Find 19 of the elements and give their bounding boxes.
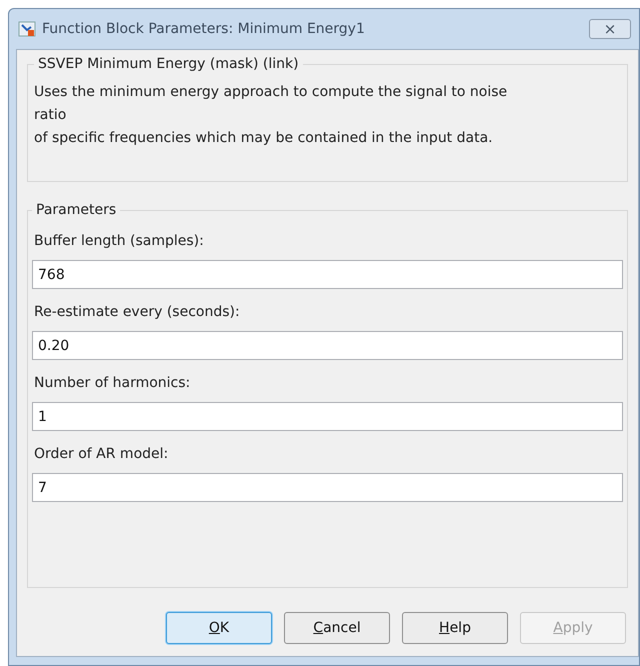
description-text: Uses the minimum energy approach to compute the signal to noise [34,83,508,102]
dialog-button[interactable]: OK [166,612,272,644]
input-field[interactable]: 768 [32,260,623,289]
input-field[interactable]: 0.20 [32,331,623,360]
app-icon [18,21,36,37]
close-button[interactable]: × [589,19,631,39]
group-title: Parameters [35,201,118,220]
description-text: of specific frequencies which may be contained in the input data. [34,129,494,148]
field-label: Buffer length (samples): [34,232,205,251]
group-title: SSVEP Minimum Energy (mask) (link) [37,55,300,74]
window-title: Function Block Parameters: Minimum Energy1 [42,20,365,38]
field-label: Re-estimate every (seconds): [34,303,241,322]
field-label: Number of harmonics: [34,374,192,393]
input-field[interactable]: 7 [32,473,623,502]
description-text: ratio [34,106,68,125]
input-field[interactable]: 1 [32,402,623,431]
dialog-button[interactable]: Cancel [284,612,390,644]
field-label: Order of AR model: [34,445,170,464]
dialog-button[interactable]: Help [402,612,508,644]
